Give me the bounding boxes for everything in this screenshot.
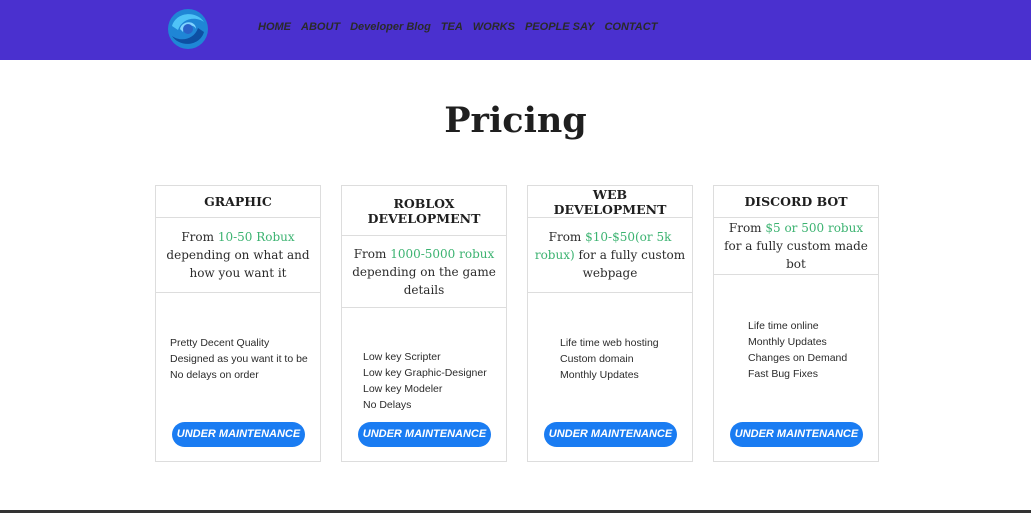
price-highlight: $5 or 500 robux [765, 221, 864, 235]
card-price: From $10-$50(or 5k robux) for a fully cu… [528, 218, 692, 293]
under-maintenance-button[interactable]: UNDER MAINTENANCE [544, 422, 677, 447]
feature-item: Life time online [748, 320, 819, 332]
feature-item: Low key Graphic-Designer [363, 367, 487, 379]
nav-developer-blog[interactable]: Developer Blog [350, 21, 431, 37]
card-price: From 1000-5000 robux depending on the ga… [342, 236, 506, 308]
feature-item: Low key Modeler [363, 383, 443, 395]
price-prefix: From [728, 221, 766, 235]
feature-list: Low key Scripter Low key Graphic-Designe… [363, 349, 487, 413]
feature-item: Monthly Updates [748, 336, 827, 348]
feature-list: Life time web hosting Custom domain Mont… [560, 335, 659, 383]
price-prefix: From [353, 246, 391, 261]
nav-contact[interactable]: CONTACT [604, 21, 657, 37]
nav-about[interactable]: ABOUT [301, 21, 340, 37]
price-suffix: depending on the game details [352, 264, 496, 297]
feature-item: Pretty Decent Quality [170, 337, 270, 349]
nav-home[interactable]: HOME [258, 21, 291, 37]
price-suffix: for a fully custom made bot [724, 239, 868, 271]
feature-item: Fast Bug Fixes [748, 368, 819, 380]
feature-item: Custom domain [560, 353, 634, 365]
navbar: HOME ABOUT Developer Blog TEA WORKS PEOP… [0, 0, 1031, 60]
swirl-logo[interactable] [166, 6, 210, 52]
page-title: Pricing [444, 100, 587, 141]
feature-item: No Delays [363, 399, 412, 411]
feature-item: Monthly Updates [560, 369, 639, 381]
feature-item: Low key Scripter [363, 351, 441, 363]
feature-item: Changes on Demand [748, 352, 848, 364]
pricing-card-web-development: WEB DEVELOPMENT From $10-$50(or 5k robux… [527, 185, 693, 462]
price-prefix: From [181, 230, 218, 244]
card-price: From 10-50 Robux depending on what and h… [156, 218, 320, 293]
price-highlight: 10-50 Robux [217, 230, 295, 244]
price-highlight: 1000-5000 robux [390, 246, 495, 261]
under-maintenance-button[interactable]: UNDER MAINTENANCE [730, 422, 863, 447]
pricing-card-graphic: GRAPHIC From 10-50 Robux depending on wh… [155, 185, 321, 462]
under-maintenance-button[interactable]: UNDER MAINTENANCE [358, 422, 491, 447]
price-prefix: From [548, 230, 586, 244]
nav-tea[interactable]: TEA [441, 21, 463, 37]
nav-links: HOME ABOUT Developer Blog TEA WORKS PEOP… [258, 21, 657, 37]
card-title: ROBLOX DEVELOPMENT [342, 186, 506, 236]
under-maintenance-button[interactable]: UNDER MAINTENANCE [172, 422, 305, 447]
price-suffix: for a fully custom webpage [574, 248, 686, 280]
card-title: WEB DEVELOPMENT [528, 186, 692, 218]
feature-item: Life time web hosting [560, 337, 659, 349]
feature-item: No delays on order [170, 369, 259, 381]
feature-list: Life time online Monthly Updates Changes… [748, 318, 847, 382]
pricing-card-roblox-development: ROBLOX DEVELOPMENT From 1000-5000 robux … [341, 185, 507, 462]
nav-works[interactable]: WORKS [473, 21, 515, 37]
card-title: GRAPHIC [156, 186, 320, 218]
card-title: DISCORD BOT [714, 186, 878, 218]
pricing-card-discord-bot: DISCORD BOT From $5 or 500 robux for a f… [713, 185, 879, 462]
card-price: From $5 or 500 robux for a fully custom … [714, 218, 878, 275]
price-suffix: depending on what and how you want it [166, 248, 310, 280]
nav-people-say[interactable]: PEOPLE SAY [525, 21, 594, 37]
feature-item: Designed as you want it to be [170, 353, 308, 365]
feature-list: Pretty Decent Quality Designed as you wa… [170, 335, 308, 383]
